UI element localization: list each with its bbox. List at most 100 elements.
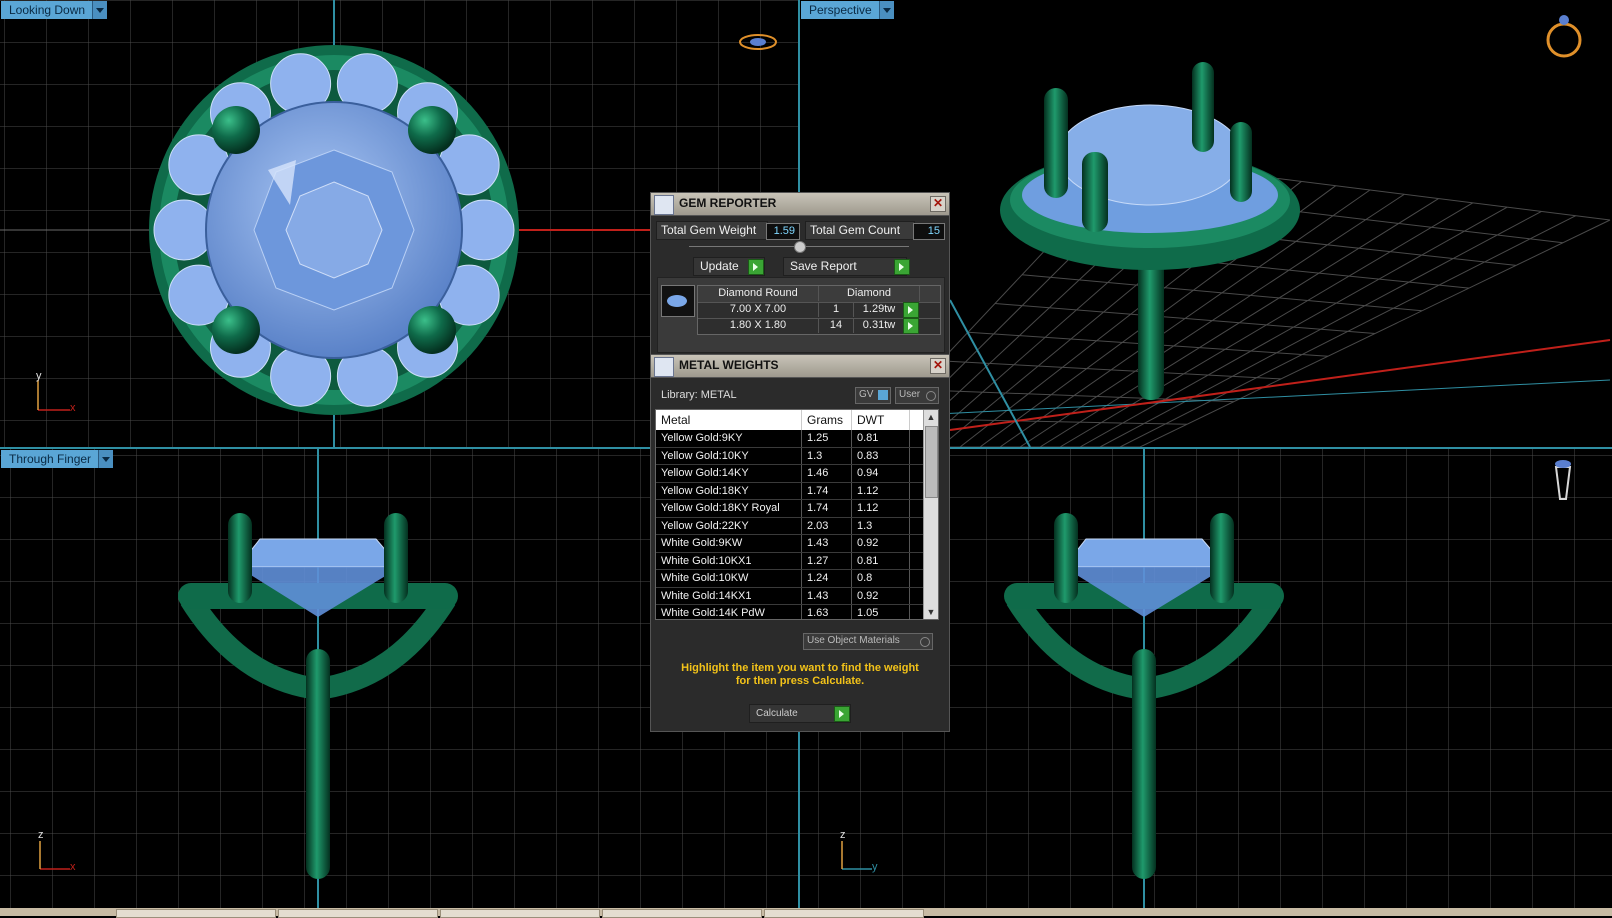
gem-weight: 0.31tw: [854, 318, 905, 333]
taskbar-item[interactable]: [764, 909, 924, 918]
metal-table-row[interactable]: Yellow Gold:18KY Royal 1.74 1.12: [656, 500, 938, 518]
metal-name: Yellow Gold:14KY: [656, 465, 802, 482]
total-gem-weight-field[interactable]: 1.59: [766, 223, 800, 240]
viewport-label-through-finger[interactable]: Through Finger: [1, 450, 114, 468]
round-gem-icon: [667, 295, 687, 307]
metal-table-row[interactable]: White Gold:14K PdW 1.63 1.05: [656, 605, 938, 619]
metal-table-scrollbar[interactable]: ▲ ▼: [923, 410, 938, 619]
chevron-down-icon[interactable]: [878, 1, 894, 19]
close-icon[interactable]: ✕: [930, 196, 946, 212]
gem-thumbnail[interactable]: [661, 285, 695, 317]
metal-table-row[interactable]: White Gold:10KW 1.24 0.8: [656, 570, 938, 588]
hint-line-2: for then press Calculate.: [735, 675, 865, 687]
gem-row-play-icon[interactable]: [903, 318, 919, 334]
scroll-thumb[interactable]: [925, 426, 938, 498]
metal-grams: 1.74: [802, 500, 852, 517]
taskbar-item[interactable]: [116, 909, 276, 918]
hint-line-1: Highlight the item you want to find the …: [681, 662, 919, 674]
center-stone: [236, 538, 402, 568]
axis-x-label: x: [70, 402, 76, 414]
gv-indicator: [878, 390, 888, 400]
gem-reporter-panel: GEM REPORTER ✕ Total Gem Weight 1.59 Tot…: [650, 192, 950, 356]
metal-name: White Gold:14KX1: [656, 587, 802, 604]
close-icon[interactable]: ✕: [930, 358, 946, 374]
metal-name: Yellow Gold:18KY Royal: [656, 500, 802, 517]
user-label: User: [899, 389, 921, 400]
save-report-play-icon[interactable]: [894, 259, 910, 275]
scroll-up-icon[interactable]: ▲: [924, 410, 938, 424]
metal-dwt: 1.05: [852, 605, 910, 619]
gem-row-play-icon[interactable]: [903, 302, 919, 318]
viewport-label-perspective[interactable]: Perspective: [801, 1, 894, 19]
prong: [408, 306, 456, 354]
gem-reporter-icon: [654, 195, 674, 215]
metal-name: Yellow Gold:18KY: [656, 482, 802, 499]
total-gem-count-field[interactable]: 15: [913, 223, 945, 240]
viewport-label-text: Looking Down: [9, 3, 86, 17]
metal-table-row[interactable]: Yellow Gold:10KY 1.3 0.83: [656, 447, 938, 465]
metal-weights-title: METAL WEIGHTS: [679, 358, 779, 372]
chevron-down-icon[interactable]: [98, 450, 114, 468]
metal-table-row[interactable]: Yellow Gold:22KY 2.03 1.3: [656, 517, 938, 535]
scroll-down-icon[interactable]: ▼: [924, 605, 938, 619]
metal-dwt: 0.81: [852, 430, 910, 447]
metal-grams: 1.43: [802, 535, 852, 552]
shank-stem: [306, 649, 330, 879]
gem-count: 14: [819, 318, 854, 333]
metal-weights-icon: [654, 357, 674, 377]
prong: [1044, 88, 1068, 198]
gem-size: 1.80 X 1.80: [698, 318, 819, 333]
metal-grams: 1.43: [802, 587, 852, 604]
metal-grams: 1.24: [802, 570, 852, 587]
prong: [1210, 513, 1234, 603]
metal-weights-panel: METAL WEIGHTS ✕ Library: METAL GV User M…: [650, 354, 950, 732]
metal-name: White Gold:10KX1: [656, 552, 802, 569]
metal-name: Yellow Gold:10KY: [656, 447, 802, 464]
metal-table-body: Yellow Gold:9KY 1.25 0.81 Yellow Gold:10KY 1…: [656, 430, 938, 619]
save-report-button[interactable]: Save Report: [783, 257, 907, 276]
metal-table-row[interactable]: Yellow Gold:14KY 1.46 0.94: [656, 465, 938, 483]
viewport-label-text: Through Finger: [9, 452, 92, 466]
metal-table-row[interactable]: White Gold:9KW 1.43 0.92: [656, 535, 938, 553]
chevron-down-icon[interactable]: [92, 1, 108, 19]
taskbar-item[interactable]: [602, 909, 762, 918]
update-play-icon[interactable]: [748, 259, 764, 275]
total-gem-weight-label: Total Gem Weight: [656, 221, 768, 240]
metal-dwt: 0.81: [852, 552, 910, 569]
prong: [228, 513, 252, 603]
prong: [384, 513, 408, 603]
use-object-materials-toggle[interactable]: Use Object Materials: [803, 633, 933, 650]
calculate-play-icon[interactable]: [834, 706, 850, 722]
metal-dwt: 0.83: [852, 447, 910, 464]
metal-grams: 1.46: [802, 465, 852, 482]
library-label: Library: METAL: [661, 389, 737, 401]
gem-reporter-titlebar[interactable]: GEM REPORTER ✕: [651, 193, 949, 216]
metal-weights-titlebar[interactable]: METAL WEIGHTS ✕: [651, 355, 949, 378]
gv-label: GV: [859, 389, 874, 400]
metal-table-row[interactable]: Yellow Gold:18KY 1.74 1.12: [656, 482, 938, 500]
metal-table-row[interactable]: Yellow Gold:9KY 1.25 0.81: [656, 430, 938, 448]
splitter-handle-icon[interactable]: [794, 241, 806, 253]
prong: [212, 306, 260, 354]
gem-table-header: Diamond Round Diamond: [698, 286, 940, 303]
metal-dwt: 1.3: [852, 517, 910, 534]
prong: [212, 106, 260, 154]
use-object-materials-indicator: [920, 637, 930, 647]
user-toggle[interactable]: User: [895, 387, 939, 404]
metal-table-row[interactable]: White Gold:10KX1 1.27 0.81: [656, 552, 938, 570]
metal-grams: 1.27: [802, 552, 852, 569]
grams-header: Grams: [802, 410, 852, 430]
metal-table: Metal Grams DWT Yellow Gold:9KY 1.25 0.81 Y…: [655, 409, 939, 620]
metal-table-row[interactable]: White Gold:14KX1 1.43 0.92: [656, 587, 938, 605]
total-gem-count-label: Total Gem Count: [805, 221, 915, 240]
metal-grams: 1.25: [802, 430, 852, 447]
gv-toggle[interactable]: GV: [855, 387, 891, 404]
viewport-label-looking-down[interactable]: Looking Down: [1, 1, 108, 19]
taskbar-item[interactable]: [440, 909, 600, 918]
viewport-label-text: Perspective: [809, 3, 872, 17]
metal-grams: 2.03: [802, 517, 852, 534]
taskbar-item[interactable]: [278, 909, 438, 918]
gem-count: 1: [819, 302, 854, 317]
metal-header: Metal: [656, 410, 802, 430]
axis-y-label: y: [872, 861, 878, 873]
